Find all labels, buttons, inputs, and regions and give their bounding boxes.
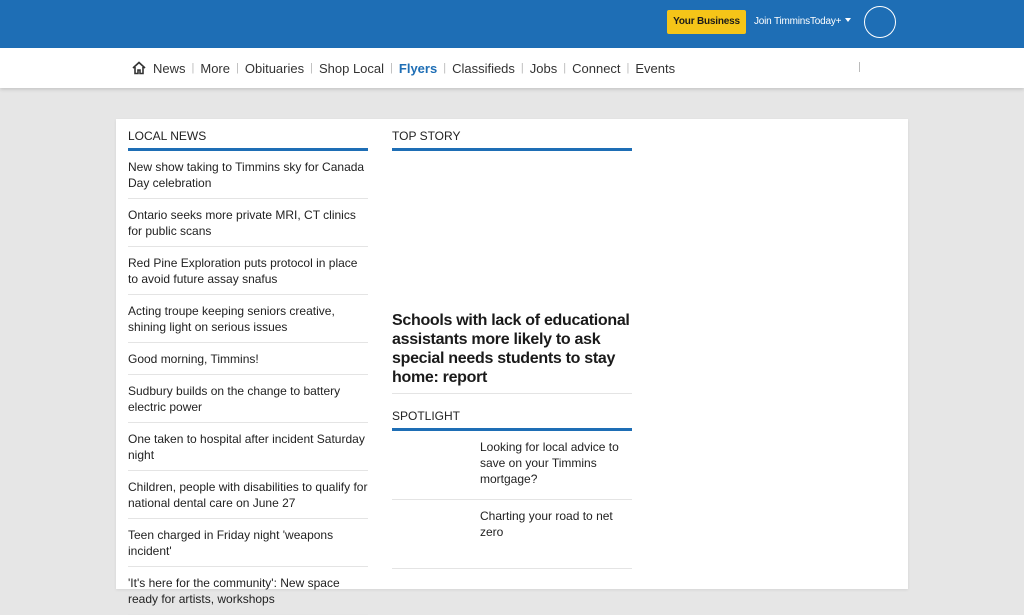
spotlight-thumbnail[interactable] (392, 437, 472, 497)
top-story-heading: TOP STORY (392, 119, 632, 151)
nav-separator: | (191, 62, 195, 74)
nav-item-more[interactable]: More (200, 61, 230, 76)
content-card: LOCAL NEWS New show taking to Timmins sk… (116, 119, 908, 615)
nav-separator: | (390, 62, 393, 74)
local-news-item[interactable]: Acting troupe keeping seniors creative, … (128, 295, 368, 343)
chevron-down-icon (845, 18, 852, 22)
nav-item-flyers[interactable]: Flyers (399, 61, 437, 76)
nav-separator: | (563, 62, 567, 74)
your-business-button[interactable]: Your Business (667, 10, 746, 34)
top-story-image[interactable] (392, 151, 632, 311)
local-news-item[interactable]: Children, people with disabilities to qu… (128, 471, 368, 519)
join-menu[interactable]: Join TimminsToday+ (754, 16, 852, 27)
nav-item-news[interactable]: News (153, 61, 186, 76)
local-news-item[interactable]: Ontario seeks more private MRI, CT clini… (128, 199, 368, 247)
spotlight-heading: SPOTLIGHT (392, 399, 632, 431)
local-news-item[interactable]: Sudbury builds on the change to battery … (128, 375, 368, 423)
nav-item-jobs[interactable]: Jobs (530, 61, 557, 76)
nav-separator: | (236, 62, 239, 74)
home-icon[interactable] (132, 61, 146, 75)
nav-item-connect[interactable]: Connect (572, 61, 620, 76)
spotlight-list: Looking for local advice to save on your… (392, 431, 632, 569)
nav-separator: | (310, 62, 313, 74)
local-news-column: LOCAL NEWS New show taking to Timmins sk… (128, 119, 368, 615)
profile-avatar-button[interactable] (864, 6, 896, 38)
local-news-item[interactable]: Teen charged in Friday night 'weapons in… (128, 519, 368, 567)
local-news-heading: LOCAL NEWS (128, 119, 368, 151)
local-news-item[interactable]: 'It's here for the community': New space… (128, 567, 368, 615)
nav-separator: | (626, 62, 630, 74)
local-news-item[interactable]: Red Pine Exploration puts protocol in pl… (128, 247, 368, 295)
nav-list: News | More | Obituaries | Shop Local | Flyers | C… (132, 48, 675, 88)
top-story-title[interactable]: Schools with lack of educational assista… (392, 311, 632, 394)
nav-item-events[interactable]: Events (635, 61, 675, 76)
nav-separator: | (443, 62, 447, 74)
local-news-list: New show taking to Timmins sky for Canad… (128, 151, 368, 615)
spotlight-thumbnail[interactable] (392, 506, 472, 566)
nav-separator: | (520, 62, 524, 74)
top-story-column: TOP STORY Schools with lack of education… (392, 119, 632, 569)
top-header-bar: Your Business Join TimminsToday+ (0, 0, 1024, 48)
nav-item-classifieds[interactable]: Classifieds (452, 61, 515, 76)
spotlight-title[interactable]: Charting your road to net zero (480, 500, 630, 568)
nav-divider (859, 62, 860, 72)
nav-item-obituaries[interactable]: Obituaries (245, 61, 304, 76)
spotlight-title[interactable]: Looking for local advice to save on your… (480, 431, 630, 499)
spotlight-item[interactable]: Looking for local advice to save on your… (392, 431, 632, 500)
join-label: Join TimminsToday+ (754, 16, 842, 27)
local-news-item[interactable]: One taken to hospital after incident Sat… (128, 423, 368, 471)
spotlight-item[interactable]: Charting your road to net zero (392, 500, 632, 569)
local-news-item[interactable]: New show taking to Timmins sky for Canad… (128, 151, 368, 199)
nav-item-shop-local[interactable]: Shop Local (319, 61, 384, 76)
main-navigation: News | More | Obituaries | Shop Local | Flyers | C… (0, 48, 1024, 88)
local-news-item[interactable]: Good morning, Timmins! (128, 343, 368, 375)
